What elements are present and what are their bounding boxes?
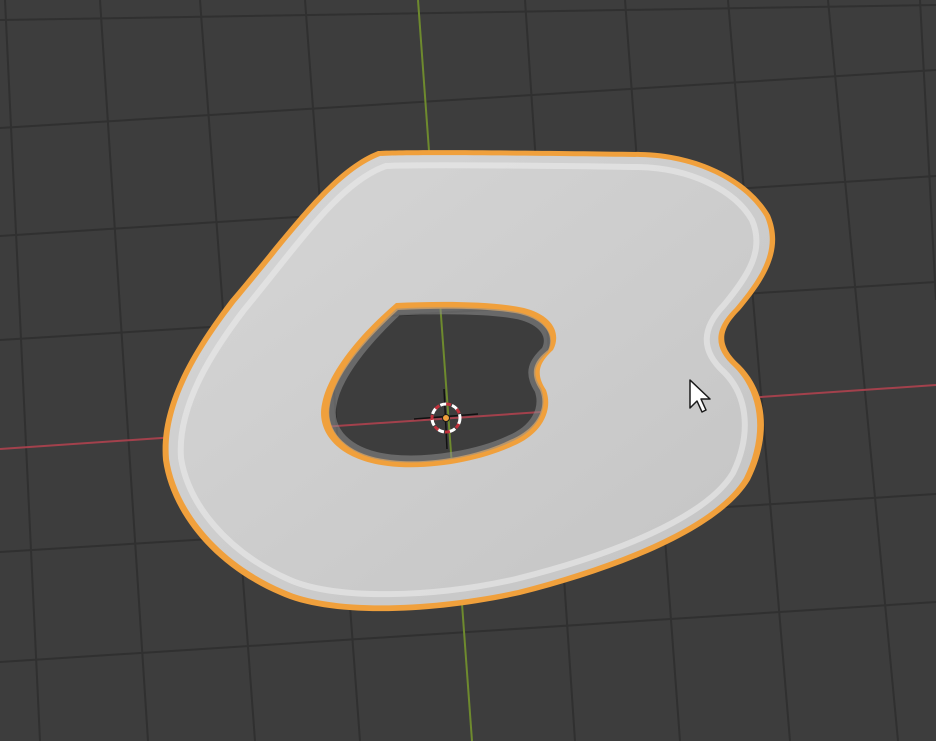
object-origin-dot bbox=[442, 414, 450, 422]
viewport-canvas[interactable] bbox=[0, 0, 936, 741]
y-axis-line bbox=[417, 0, 473, 741]
floor-grid bbox=[0, 0, 936, 741]
3d-viewport[interactable] bbox=[0, 0, 936, 741]
3d-cursor-icon[interactable] bbox=[413, 388, 479, 450]
object-top-face bbox=[168, 155, 770, 606]
x-axis-line bbox=[0, 384, 936, 450]
